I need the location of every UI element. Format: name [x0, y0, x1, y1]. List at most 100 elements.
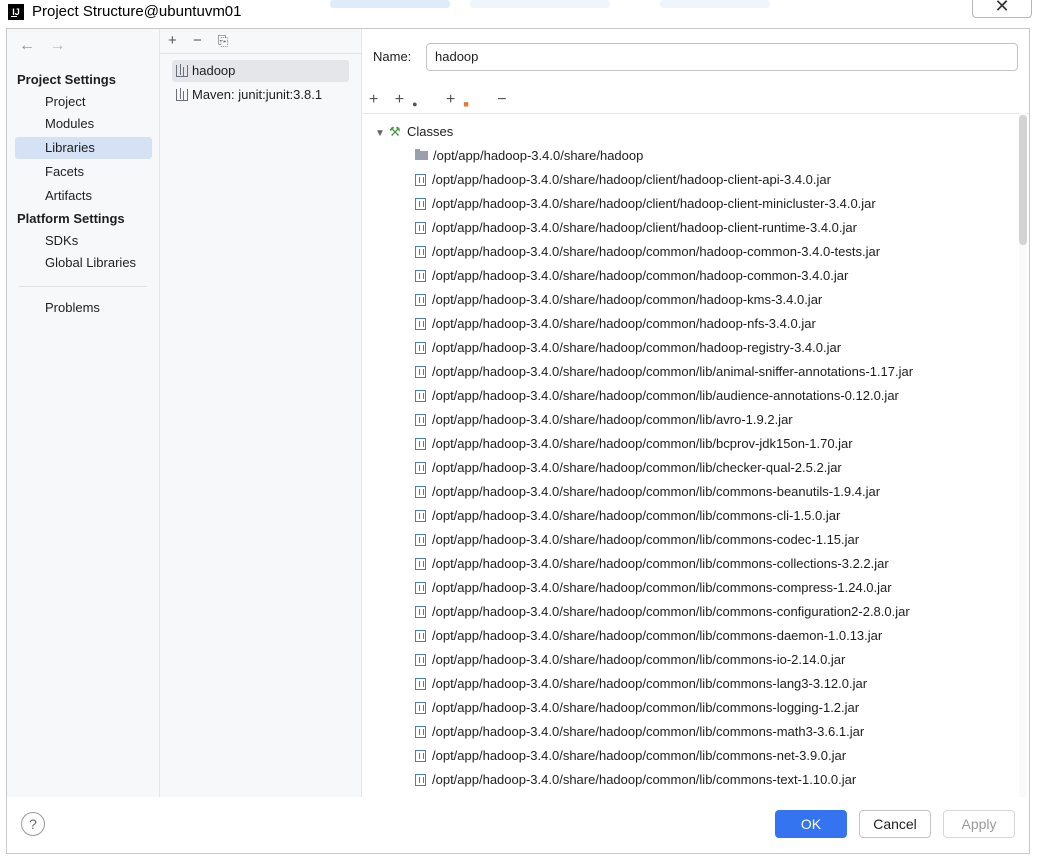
- project-settings-header: Project Settings: [17, 72, 116, 87]
- jar-icon: [415, 678, 426, 690]
- add-library-icon[interactable]: +: [168, 32, 177, 49]
- class-root-row[interactable]: /opt/app/hadoop-3.4.0/share/hadoop: [415, 145, 643, 167]
- toolbar-divider: [160, 53, 362, 54]
- history-navigation: ← →: [19, 37, 75, 55]
- class-root-row[interactable]: /opt/app/hadoop-3.4.0/share/hadoop/clien…: [415, 193, 876, 215]
- class-root-path: /opt/app/hadoop-3.4.0/share/hadoop/clien…: [432, 172, 831, 187]
- library-details: Name: hadoop + + ● + ■ − ▼ ⚒ Classes /opt/ap…: [363, 29, 1029, 797]
- class-root-row[interactable]: /opt/app/hadoop-3.4.0/share/hadoop/commo…: [415, 769, 856, 791]
- class-root-row[interactable]: /opt/app/hadoop-3.4.0/share/hadoop/commo…: [415, 601, 910, 623]
- copy-library-icon[interactable]: ⎘: [218, 33, 228, 48]
- jar-icon: [415, 534, 426, 546]
- class-root-row[interactable]: /opt/app/hadoop-3.4.0/share/hadoop/commo…: [415, 553, 889, 575]
- class-root-path: /opt/app/hadoop-3.4.0/share/hadoop: [433, 148, 644, 163]
- class-root-row[interactable]: /opt/app/hadoop-3.4.0/share/hadoop/commo…: [415, 649, 845, 671]
- jar-icon: [415, 270, 426, 282]
- nav-item-sdks[interactable]: SDKs: [15, 230, 152, 252]
- add-other-root-icon[interactable]: + ■: [446, 91, 481, 109]
- class-root-row[interactable]: /opt/app/hadoop-3.4.0/share/hadoop/commo…: [415, 481, 880, 503]
- back-arrow-icon[interactable]: ←: [19, 37, 35, 54]
- jar-icon: [415, 222, 426, 234]
- class-root-path: /opt/app/hadoop-3.4.0/share/hadoop/commo…: [432, 316, 816, 331]
- class-root-row[interactable]: /opt/app/hadoop-3.4.0/share/hadoop/commo…: [415, 457, 842, 479]
- dialog-footer: ? OK Cancel Apply: [7, 797, 1029, 853]
- class-root-row[interactable]: /opt/app/hadoop-3.4.0/share/hadoop/commo…: [415, 313, 816, 335]
- cancel-button[interactable]: Cancel: [859, 810, 931, 838]
- classes-hammer-icon: ⚒: [389, 124, 401, 139]
- class-root-path: /opt/app/hadoop-3.4.0/share/hadoop/commo…: [432, 412, 793, 427]
- classes-label: Classes: [407, 124, 454, 139]
- class-root-path: /opt/app/hadoop-3.4.0/share/hadoop/commo…: [432, 700, 860, 715]
- library-item-junit[interactable]: Maven: junit:junit:3.8.1: [172, 84, 349, 106]
- class-root-path: /opt/app/hadoop-3.4.0/share/hadoop/commo…: [432, 388, 899, 403]
- forward-arrow-icon[interactable]: →: [49, 37, 65, 54]
- background-tab: [330, 0, 450, 8]
- add-root-icon[interactable]: +: [369, 91, 378, 108]
- classes-node[interactable]: ▼ ⚒ Classes: [375, 121, 453, 143]
- class-root-row[interactable]: /opt/app/hadoop-3.4.0/share/hadoop/commo…: [415, 577, 892, 599]
- nav-item-global-libraries[interactable]: Global Libraries: [15, 252, 152, 274]
- class-root-row[interactable]: /opt/app/hadoop-3.4.0/share/hadoop/commo…: [415, 241, 880, 263]
- nav-divider: [19, 286, 147, 287]
- class-root-row[interactable]: /opt/app/hadoop-3.4.0/share/hadoop/commo…: [415, 721, 864, 743]
- class-root-row[interactable]: /opt/app/hadoop-3.4.0/share/hadoop/commo…: [415, 409, 793, 431]
- scrollbar-thumb[interactable]: [1019, 115, 1027, 245]
- class-root-path: /opt/app/hadoop-3.4.0/share/hadoop/commo…: [432, 364, 914, 379]
- jar-icon: [415, 750, 426, 762]
- jar-icon: [415, 342, 426, 354]
- ok-button[interactable]: OK: [775, 810, 847, 838]
- jar-icon: [415, 774, 426, 786]
- jar-icon: [415, 390, 426, 402]
- remove-library-icon[interactable]: −: [193, 32, 202, 49]
- library-item-hadoop[interactable]: hadoop: [172, 60, 349, 82]
- class-root-row[interactable]: /opt/app/hadoop-3.4.0/share/hadoop/commo…: [415, 505, 840, 527]
- class-root-path: /opt/app/hadoop-3.4.0/share/hadoop/commo…: [432, 460, 842, 475]
- jar-icon: [415, 462, 426, 474]
- nav-item-facets[interactable]: Facets: [15, 161, 152, 183]
- nav-item-project[interactable]: Project: [15, 91, 152, 113]
- class-root-path: /opt/app/hadoop-3.4.0/share/hadoop/commo…: [432, 676, 868, 691]
- jar-icon: [415, 318, 426, 330]
- close-window-button[interactable]: ✕: [972, 0, 1032, 18]
- nav-item-libraries[interactable]: Libraries: [15, 137, 152, 159]
- class-root-row[interactable]: /opt/app/hadoop-3.4.0/share/hadoop/commo…: [415, 385, 899, 407]
- nav-item-modules[interactable]: Modules: [15, 113, 152, 135]
- class-root-row[interactable]: /opt/app/hadoop-3.4.0/share/hadoop/commo…: [415, 337, 841, 359]
- class-root-path: /opt/app/hadoop-3.4.0/share/hadoop/commo…: [432, 268, 849, 283]
- class-root-path: /opt/app/hadoop-3.4.0/share/hadoop/commo…: [432, 556, 889, 571]
- nav-item-problems[interactable]: Problems: [15, 297, 152, 319]
- class-root-row[interactable]: /opt/app/hadoop-3.4.0/share/hadoop/clien…: [415, 217, 857, 239]
- class-root-row[interactable]: /opt/app/hadoop-3.4.0/share/hadoop/commo…: [415, 265, 848, 287]
- jar-icon: [415, 726, 426, 738]
- class-root-row[interactable]: /opt/app/hadoop-3.4.0/share/hadoop/commo…: [415, 697, 859, 719]
- folder-icon: [415, 149, 428, 160]
- class-root-path: /opt/app/hadoop-3.4.0/share/hadoop/commo…: [432, 244, 881, 259]
- class-root-row[interactable]: /opt/app/hadoop-3.4.0/share/hadoop/clien…: [415, 169, 831, 191]
- help-button[interactable]: ?: [21, 812, 45, 836]
- library-name-input[interactable]: hadoop: [426, 43, 1018, 71]
- library-roots-tree[interactable]: ▼ ⚒ Classes /opt/app/hadoop-3.4.0/share/ha…: [363, 113, 1029, 797]
- class-root-row[interactable]: /opt/app/hadoop-3.4.0/share/hadoop/commo…: [415, 361, 913, 383]
- nav-item-artifacts[interactable]: Artifacts: [15, 185, 152, 207]
- add-specific-root-icon[interactable]: + ●: [395, 91, 430, 109]
- jar-icon: [415, 606, 426, 618]
- jar-icon: [415, 414, 426, 426]
- class-root-row[interactable]: /opt/app/hadoop-3.4.0/share/hadoop/commo…: [415, 673, 867, 695]
- jar-icon: [415, 438, 426, 450]
- class-root-row[interactable]: /opt/app/hadoop-3.4.0/share/hadoop/commo…: [415, 529, 859, 551]
- class-root-row[interactable]: /opt/app/hadoop-3.4.0/share/hadoop/commo…: [415, 433, 853, 455]
- background-tab: [470, 0, 610, 8]
- libraries-toolbar: + − ⎘: [168, 32, 240, 49]
- class-root-row[interactable]: /opt/app/hadoop-3.4.0/share/hadoop/commo…: [415, 289, 822, 311]
- platform-settings-header: Platform Settings: [17, 211, 125, 226]
- class-root-row[interactable]: /opt/app/hadoop-3.4.0/share/hadoop/commo…: [415, 625, 882, 647]
- project-structure-dialog: ← → Project Settings Project Modules Libra…: [6, 28, 1030, 854]
- class-root-path: /opt/app/hadoop-3.4.0/share/hadoop/commo…: [432, 652, 846, 667]
- class-root-path: /opt/app/hadoop-3.4.0/share/hadoop/commo…: [432, 532, 860, 547]
- remove-root-icon[interactable]: −: [497, 91, 506, 108]
- class-root-row[interactable]: /opt/app/hadoop-3.4.0/share/hadoop/commo…: [415, 745, 846, 767]
- jar-icon: [415, 702, 426, 714]
- chevron-down-icon[interactable]: ▼: [375, 123, 389, 145]
- apply-button[interactable]: Apply: [943, 810, 1015, 838]
- roots-toolbar: + + ● + ■ −: [369, 91, 519, 109]
